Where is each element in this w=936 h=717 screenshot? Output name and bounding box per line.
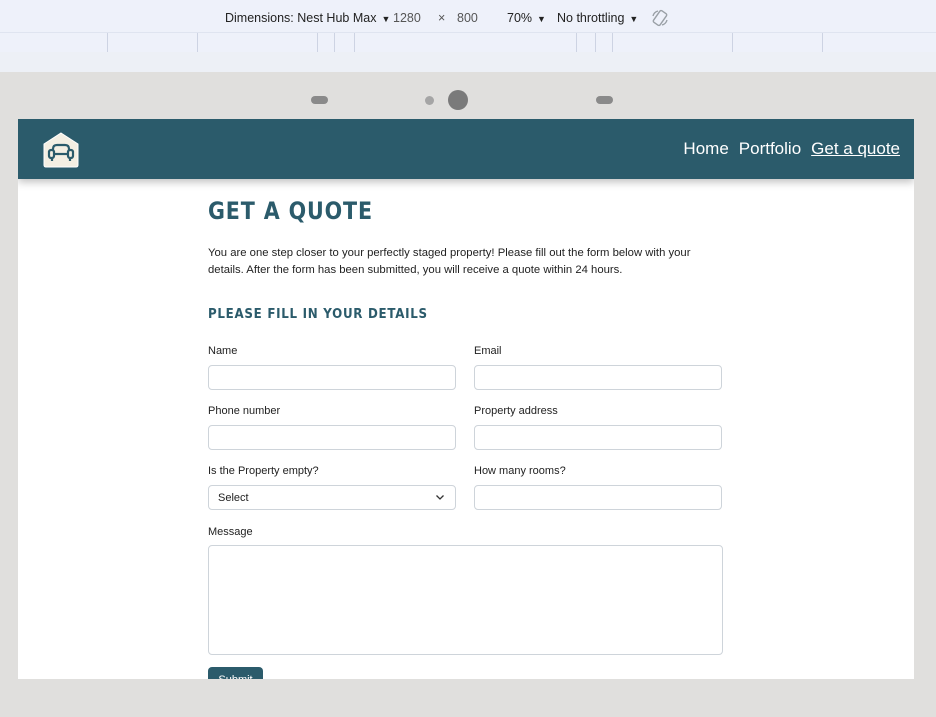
width-input[interactable]: 1280 xyxy=(393,11,421,25)
sensor-icon xyxy=(311,96,328,104)
throttle-select[interactable]: No throttling ▼ xyxy=(557,11,638,25)
nav-quote-link[interactable]: Get a quote xyxy=(811,139,900,159)
rooms-input[interactable] xyxy=(474,485,722,510)
sensor-icon xyxy=(425,96,434,105)
rotate-icon[interactable] xyxy=(650,8,670,31)
caret-down-icon: ▼ xyxy=(381,14,391,24)
quote-content: GET A QUOTE You are one step closer to y… xyxy=(208,197,724,322)
media-query-ruler[interactable] xyxy=(0,32,936,53)
caret-down-icon: ▼ xyxy=(537,14,546,24)
ruler-strip xyxy=(0,52,936,72)
throttle-label: No throttling xyxy=(557,11,625,25)
zoom-label: 70% xyxy=(507,11,533,25)
address-label: Property address xyxy=(474,405,558,417)
message-label: Message xyxy=(208,526,253,538)
empty-select[interactable]: Select xyxy=(208,485,456,510)
camera-icon xyxy=(448,90,468,110)
height-input[interactable]: 800 xyxy=(457,11,478,25)
device-label: Dimensions: Nest Hub Max xyxy=(225,11,377,25)
intro-text: You are one step closer to your perfectl… xyxy=(208,247,691,276)
email-input[interactable] xyxy=(474,365,722,390)
page-title: GET A QUOTE xyxy=(208,197,373,225)
rooms-label: How many rooms? xyxy=(474,465,566,477)
times-symbol: × xyxy=(438,11,446,25)
devtools-toolbar: Dimensions: Nest Hub Max ▼ 1280 × 800 70%… xyxy=(0,0,936,72)
caret-down-icon: ▼ xyxy=(629,14,639,24)
form-heading: PLEASE FILL IN YOUR DETAILS xyxy=(208,306,428,322)
sofa-house-logo-icon[interactable] xyxy=(42,131,80,169)
name-input[interactable] xyxy=(208,365,456,390)
submit-button[interactable]: Submit xyxy=(208,667,263,679)
device-select[interactable]: Dimensions: Nest Hub Max ▼ xyxy=(225,11,390,25)
nav-home-link[interactable]: Home xyxy=(683,139,728,159)
nav-links: Home Portfolio Get a quote xyxy=(683,139,900,159)
page-viewport: Home Portfolio Get a quote GET A QUOTE Y… xyxy=(18,119,914,679)
zoom-select[interactable]: 70% ▼ xyxy=(507,11,546,25)
address-input[interactable] xyxy=(474,425,722,450)
nav-portfolio-link[interactable]: Portfolio xyxy=(739,139,801,159)
sensor-icon xyxy=(596,96,613,104)
empty-select-value: Select xyxy=(218,491,249,504)
phone-label: Phone number xyxy=(208,405,281,417)
site-navbar: Home Portfolio Get a quote xyxy=(18,119,914,179)
email-label: Email xyxy=(474,345,502,357)
chevron-down-icon xyxy=(435,492,445,502)
phone-input[interactable] xyxy=(208,425,456,450)
message-textarea[interactable] xyxy=(208,545,723,655)
name-label: Name xyxy=(208,345,238,357)
empty-label: Is the Property empty? xyxy=(208,465,319,477)
